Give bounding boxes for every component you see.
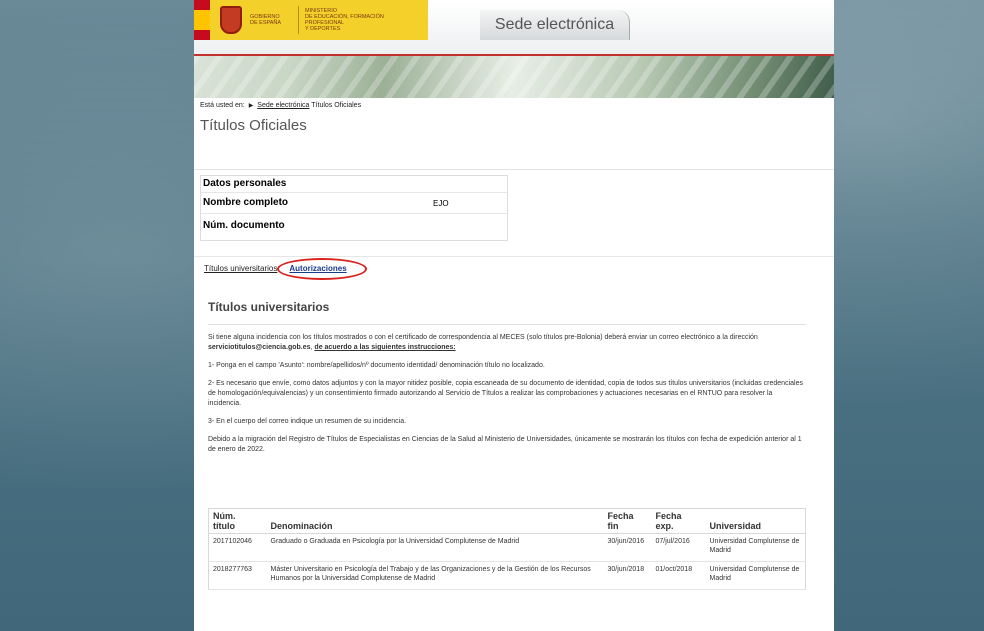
contact-email[interactable]: serviciotitulos@ciencia.gob.es bbox=[208, 344, 311, 351]
breadcrumb-area: Está usted en: ▶ Sede electrónica Título… bbox=[194, 98, 834, 170]
cell-universidad: Universidad Complutense de Madrid bbox=[705, 561, 806, 590]
header-banner-image bbox=[194, 56, 834, 98]
tabs-bar: Títulos universitarios Autorizaciones bbox=[194, 256, 834, 280]
cell-denominacion: Graduado o Graduada en Psicología por la… bbox=[266, 533, 604, 562]
instructions-link[interactable]: de acuerdo a las siguientes instruccione… bbox=[314, 344, 455, 351]
table-row: 2017102046 Graduado o Graduada en Psicol… bbox=[208, 533, 806, 562]
header-fecha-fin: Fecha fin bbox=[603, 508, 652, 534]
cell-fecha-exp: 07/jul/2016 bbox=[651, 533, 706, 562]
sede-electronica-tab[interactable]: Sede electrónica bbox=[480, 10, 630, 40]
personal-data-heading: Datos personales bbox=[203, 178, 287, 189]
cell-fecha-fin: 30/jun/2016 bbox=[603, 533, 652, 562]
cell-fecha-fin: 30/jun/2018 bbox=[603, 561, 652, 590]
header-universidad: Universidad bbox=[705, 508, 806, 534]
full-name-value: EJO bbox=[433, 198, 449, 208]
table-row: 2018277763 Máster Universitario en Psico… bbox=[208, 561, 806, 590]
intro-paragraph: Si tiene alguna incidencia con los títul… bbox=[208, 334, 758, 351]
cell-universidad: Universidad Complutense de Madrid bbox=[705, 533, 806, 562]
spain-flag-icon bbox=[194, 0, 210, 40]
breadcrumb-current: Títulos Oficiales bbox=[311, 102, 362, 109]
gov-name: Gobierno de España bbox=[250, 14, 282, 26]
titles-table: Núm. título Denominación Fecha fin Fecha… bbox=[208, 508, 806, 590]
breadcrumb-arrow-icon: ▶ bbox=[248, 103, 254, 109]
step-2: 2- Es necesario que envíe, como datos ad… bbox=[208, 380, 803, 407]
breadcrumb-home-link[interactable]: Sede electrónica bbox=[257, 102, 309, 109]
full-name-label: Nombre completo bbox=[203, 197, 289, 208]
section-title: Títulos universitarios bbox=[208, 300, 806, 325]
cell-denominacion: Máster Universitario en Psicología del T… bbox=[266, 561, 604, 590]
step-1: 1- Ponga en el campo 'Asunto': nombre/ap… bbox=[208, 362, 545, 369]
header-denominacion: Denominación bbox=[266, 508, 604, 534]
header-fecha-exp: Fecha exp. bbox=[651, 508, 706, 534]
ministry-name: Ministerio de Educación, Formación Profe… bbox=[305, 8, 384, 32]
cell-num: 2017102046 bbox=[208, 533, 267, 562]
page-container: Gobierno de España Ministerio de Educaci… bbox=[194, 0, 834, 631]
document-label: Núm. documento bbox=[203, 220, 285, 231]
tab-titulos-universitarios[interactable]: Títulos universitarios bbox=[204, 264, 277, 273]
step-3: 3- En el cuerpo del correo indique un re… bbox=[208, 418, 407, 425]
site-header: Gobierno de España Ministerio de Educaci… bbox=[194, 0, 834, 54]
logo-divider bbox=[298, 6, 299, 34]
main-content: Títulos universitarios Si tiene alguna i… bbox=[208, 300, 806, 455]
header-num-titulo: Núm. título bbox=[208, 508, 267, 534]
full-name-row: Nombre completo EJO bbox=[201, 192, 507, 213]
annotation-circle bbox=[277, 258, 368, 280]
tab-autorizaciones[interactable]: Autorizaciones bbox=[277, 258, 368, 280]
personal-data-panel: Datos personales Nombre completo EJO Núm… bbox=[200, 175, 508, 241]
government-logo[interactable]: Gobierno de España Ministerio de Educaci… bbox=[194, 0, 428, 40]
page-title: Títulos Oficiales bbox=[200, 117, 307, 134]
breadcrumb: Está usted en: ▶ Sede electrónica Título… bbox=[200, 102, 362, 109]
cell-num: 2018277763 bbox=[208, 561, 267, 590]
migration-note: Debido a la migración del Registro de Tí… bbox=[208, 436, 802, 453]
table-header-row: Núm. título Denominación Fecha fin Fecha… bbox=[208, 508, 806, 534]
coat-of-arms-icon bbox=[220, 6, 242, 34]
cell-fecha-exp: 01/oct/2018 bbox=[651, 561, 706, 590]
document-row: Núm. documento bbox=[201, 213, 507, 240]
